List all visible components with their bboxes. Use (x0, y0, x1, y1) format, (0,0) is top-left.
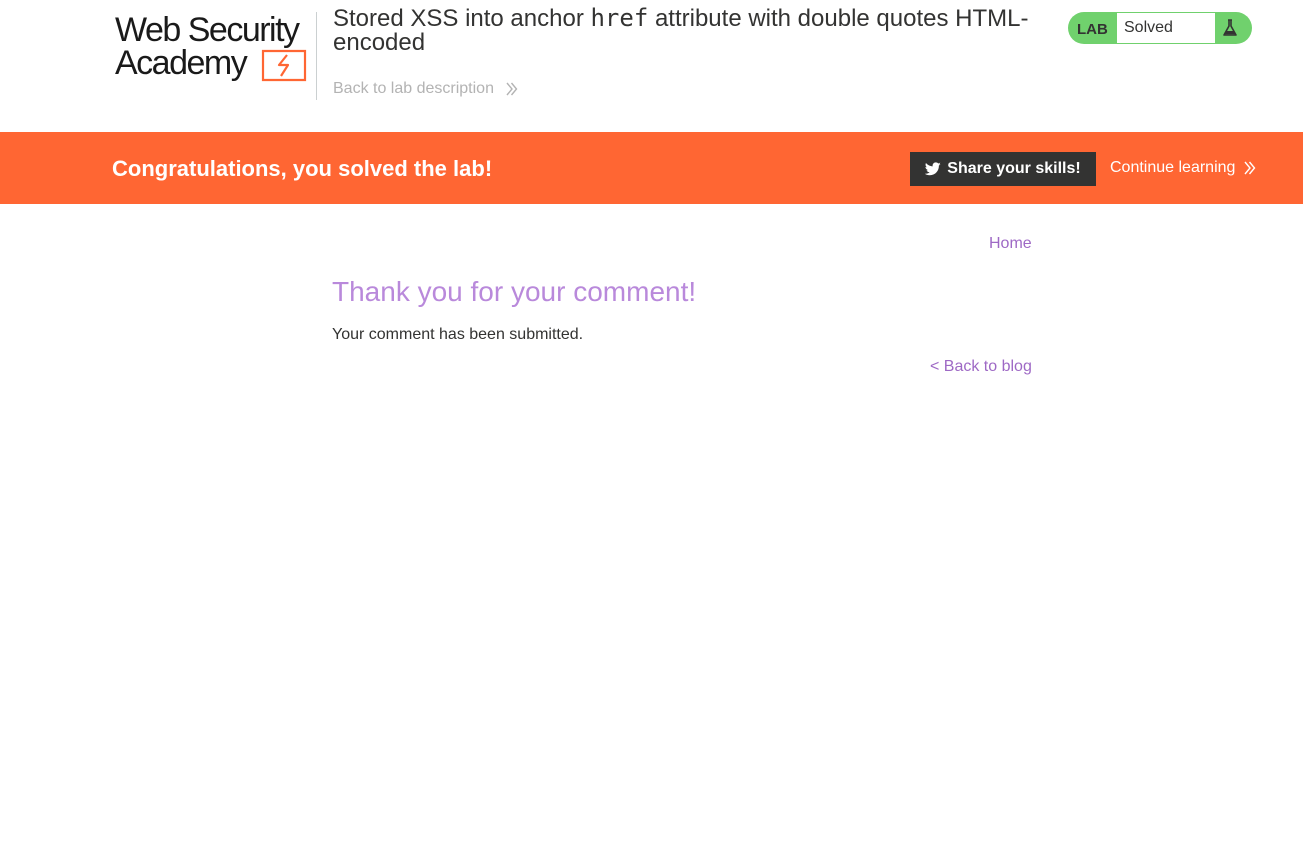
logo-lightning-icon (261, 49, 307, 82)
solved-banner: Congratulations, you solved the lab! Sha… (0, 132, 1303, 204)
twitter-icon (925, 162, 942, 176)
double-chevron-right-icon (506, 82, 518, 96)
congratulations-message: Congratulations, you solved the lab! (112, 156, 493, 181)
nav-home-link[interactable]: Home (989, 235, 1032, 253)
lab-title-code: href (590, 4, 649, 32)
back-to-blog-link[interactable]: < Back to blog (930, 358, 1032, 376)
logo-text-line1: Web Security (115, 11, 300, 49)
share-skills-button[interactable]: Share your skills! (910, 152, 1096, 186)
logo-text-line2: Academy (115, 44, 248, 82)
continue-learning-link[interactable]: Continue learning (1110, 159, 1256, 177)
lab-status-value: Solved (1117, 13, 1215, 43)
academy-header: Web Security Academy Stored XSS into anc… (0, 0, 1303, 132)
comment-submitted-message: Your comment has been submitted. (332, 326, 584, 343)
back-to-lab-description-link[interactable]: Back to lab description (333, 80, 518, 98)
flask-icon (1223, 19, 1237, 36)
lab-status-label: LAB (1077, 21, 1108, 38)
web-security-academy-logo[interactable]: Web Security Academy (113, 12, 313, 84)
header-divider (316, 12, 317, 100)
share-skills-label: Share your skills! (947, 160, 1081, 177)
page-title: Thank you for your comment! (332, 276, 697, 307)
lab-status-widget: LAB Solved (1068, 12, 1252, 44)
double-chevron-right-icon (1244, 161, 1256, 175)
lab-title: Stored XSS into anchor href attribute wi… (333, 4, 1029, 56)
